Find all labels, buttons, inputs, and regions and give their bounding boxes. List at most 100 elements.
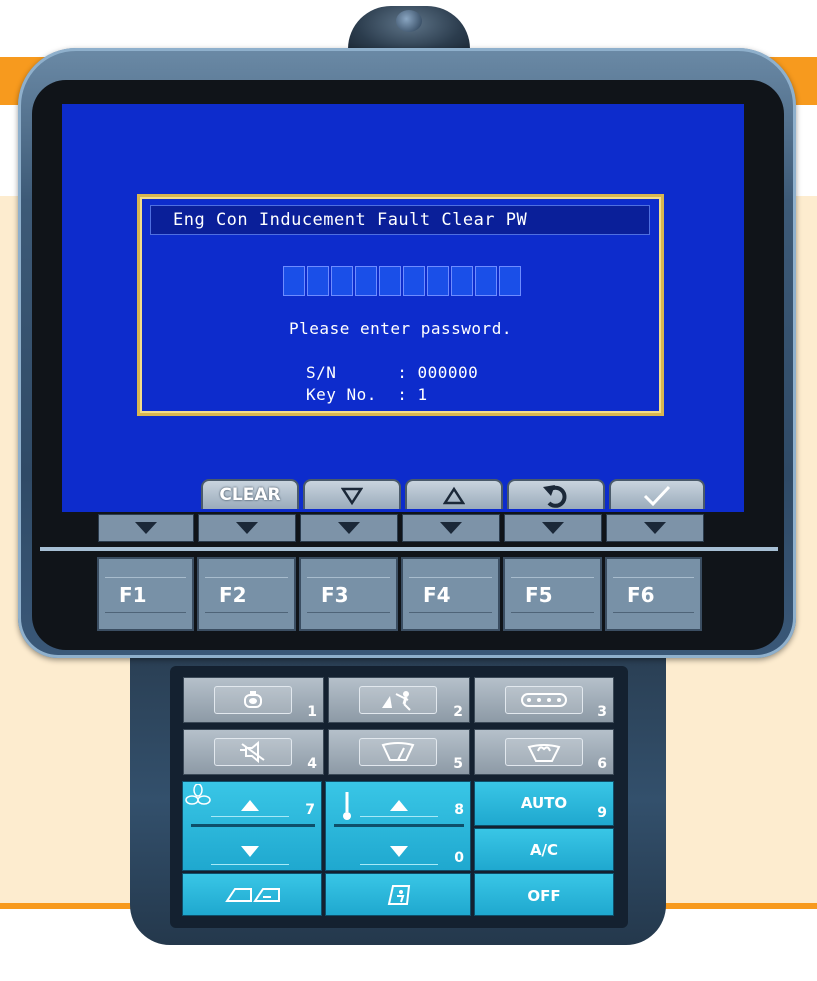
- off-button[interactable]: OFF: [474, 873, 614, 916]
- f5-label: F5: [511, 577, 594, 613]
- ac-label: A/C: [529, 841, 559, 859]
- chevron-down-icon: [135, 522, 157, 534]
- chevron-down-icon: [644, 522, 666, 534]
- key-number-4: 4: [307, 756, 317, 772]
- temperature-control: 8 0: [325, 781, 471, 871]
- knob-sensor: [396, 10, 422, 32]
- f5-button[interactable]: F5: [503, 557, 602, 631]
- clear-softkey[interactable]: CLEAR: [201, 479, 299, 509]
- f5-indicator: [504, 514, 602, 542]
- password-slot: [451, 266, 473, 296]
- arrow-up-icon: [390, 799, 408, 811]
- f3-button[interactable]: F3: [299, 557, 398, 631]
- password-slot: [355, 266, 377, 296]
- fan-up-button[interactable]: [211, 794, 289, 817]
- air-flow-mode-button[interactable]: [182, 873, 322, 916]
- key-number-7: 7: [305, 802, 315, 818]
- dialog-title: Eng Con Inducement Fault Clear PW: [150, 205, 650, 235]
- temperature-up-button[interactable]: [360, 794, 438, 817]
- f4-label: F4: [409, 577, 492, 613]
- f6-label: F6: [613, 577, 694, 613]
- key-number-0: 0: [454, 850, 464, 866]
- key-number-8: 8: [454, 802, 464, 818]
- work-mode-button[interactable]: 2: [328, 677, 470, 723]
- key-number-9: 9: [597, 805, 607, 821]
- fan-divider: [191, 824, 315, 827]
- temperature-divider: [334, 824, 464, 827]
- thermometer-icon: [343, 792, 351, 820]
- back-softkey[interactable]: [507, 479, 605, 509]
- chevron-down-icon: [440, 522, 462, 534]
- wiper-button[interactable]: 5: [328, 729, 470, 775]
- serial-number-row: S/N : 000000: [306, 363, 478, 382]
- password-slot: [331, 266, 353, 296]
- key-number-2: 2: [453, 704, 463, 720]
- up-softkey[interactable]: [405, 479, 503, 509]
- auto-button[interactable]: AUTO 9: [474, 781, 614, 826]
- f1-button[interactable]: F1: [97, 557, 194, 631]
- bezel-divider: [40, 547, 778, 551]
- arrow-down-icon: [241, 845, 259, 857]
- air-flow-mode-icon: [225, 888, 280, 902]
- f1-label: F1: [105, 577, 186, 613]
- travel-speed-button[interactable]: 3: [474, 677, 614, 723]
- f4-button[interactable]: F4: [401, 557, 500, 631]
- engine-mode-button[interactable]: 1: [183, 677, 324, 723]
- temperature-down-button[interactable]: [360, 838, 438, 865]
- arrow-down-icon: [390, 845, 408, 857]
- off-label: OFF: [527, 887, 561, 905]
- confirm-softkey[interactable]: [609, 479, 705, 509]
- checkmark-icon: [643, 485, 671, 507]
- password-prompt: Please enter password.: [289, 319, 512, 338]
- arrow-up-icon: [241, 799, 259, 811]
- f2-button[interactable]: F2: [197, 557, 296, 631]
- return-arrow-icon: [543, 485, 567, 508]
- key-number-5: 5: [453, 756, 463, 772]
- key-number-3: 3: [597, 704, 607, 720]
- f2-label: F2: [205, 577, 288, 613]
- fan-down-button[interactable]: [211, 838, 289, 865]
- password-slot: [403, 266, 425, 296]
- wiper-icon: [381, 742, 415, 761]
- triangle-up-outline-icon: [442, 486, 466, 505]
- serial-number-label: S/N :: [306, 363, 418, 382]
- key-number-label: Key No. :: [306, 385, 418, 404]
- password-slot: [475, 266, 497, 296]
- password-slot: [283, 266, 305, 296]
- key-number-6: 6: [597, 756, 607, 772]
- f4-indicator: [402, 514, 500, 542]
- engine-icon: [244, 691, 262, 708]
- password-slot: [379, 266, 401, 296]
- travel-speed-icon: [521, 693, 567, 707]
- f6-indicator: [606, 514, 704, 542]
- washer-icon: [527, 744, 561, 762]
- recirculation-button[interactable]: [325, 873, 471, 916]
- f2-indicator: [198, 514, 296, 542]
- password-slot: [307, 266, 329, 296]
- f3-indicator: [300, 514, 398, 542]
- password-dialog: Eng Con Inducement Fault Clear PW Please…: [137, 194, 664, 416]
- f3-label: F3: [307, 577, 390, 613]
- buzzer-cancel-icon: [240, 740, 265, 764]
- key-number-1: 1: [307, 704, 317, 720]
- auto-label: AUTO: [520, 794, 568, 812]
- lcd-screen: Eng Con Inducement Fault Clear PW Please…: [62, 104, 744, 512]
- key-number-row: Key No. : 1: [306, 385, 428, 404]
- password-input[interactable]: [283, 266, 521, 296]
- chevron-down-icon: [542, 522, 564, 534]
- fan-speed-control: 7: [182, 781, 322, 871]
- buzzer-cancel-button[interactable]: 4: [183, 729, 324, 775]
- work-mode-icon: [382, 691, 411, 711]
- triangle-down-outline-icon: [340, 487, 364, 506]
- serial-number-value: 000000: [417, 363, 479, 382]
- ac-button[interactable]: A/C: [474, 828, 614, 871]
- down-softkey[interactable]: [303, 479, 401, 509]
- recirculation-icon: [387, 885, 411, 905]
- f6-button[interactable]: F6: [605, 557, 702, 631]
- password-slot: [427, 266, 449, 296]
- washer-button[interactable]: 6: [474, 729, 614, 775]
- fan-icon: [185, 784, 211, 805]
- chevron-down-icon: [236, 522, 258, 534]
- key-number-value: 1: [417, 385, 428, 404]
- f1-indicator: [98, 514, 194, 542]
